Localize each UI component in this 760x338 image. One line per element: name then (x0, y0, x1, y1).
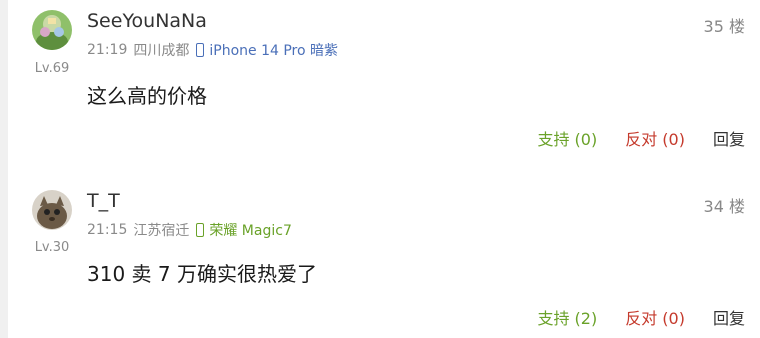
comment-location: 四川成都 (133, 43, 190, 59)
username[interactable]: T_T (87, 190, 120, 212)
oppose-button[interactable]: 反对 (0) (625, 305, 685, 329)
support-button[interactable]: 支持 (2) (537, 305, 597, 329)
floor-number: 34 楼 (703, 197, 745, 216)
comment-item: Lv.30 T_T 34 楼 21:15 江苏宿迁 荣耀 Magic7 310 … (0, 180, 760, 338)
phone-icon (196, 43, 205, 57)
comment-meta: 21:15 江苏宿迁 荣耀 Magic7 (87, 220, 292, 240)
comment-time: 21:19 (87, 42, 128, 58)
comment-content: 这么高的价格 (87, 84, 207, 108)
oppose-button[interactable]: 反对 (0) (625, 126, 685, 150)
comment-actions: 支持 (2) 反对 (0) 回复 (537, 305, 745, 329)
reply-button[interactable]: 回复 (713, 126, 745, 150)
comment-time: 21:15 (87, 222, 128, 238)
comment-meta: 21:19 四川成都 iPhone 14 Pro 暗紫 (87, 40, 338, 60)
phone-icon (196, 223, 205, 237)
comment-location: 江苏宿迁 (133, 223, 190, 239)
device-label: 荣耀 Magic7 (209, 223, 292, 239)
avatar[interactable] (32, 10, 72, 50)
floor-number: 35 楼 (703, 17, 745, 36)
username[interactable]: SeeYouNaNa (87, 10, 207, 32)
user-level: Lv.69 (34, 61, 70, 76)
device-info: 荣耀 Magic7 (196, 220, 292, 240)
comment-content: 310 卖 7 万确实很热爱了 (87, 262, 317, 286)
avatar[interactable] (32, 190, 72, 230)
reply-button[interactable]: 回复 (713, 305, 745, 329)
device-label: iPhone 14 Pro 暗紫 (209, 43, 338, 59)
support-button[interactable]: 支持 (0) (537, 126, 597, 150)
device-info: iPhone 14 Pro 暗紫 (196, 40, 338, 60)
comment-actions: 支持 (0) 反对 (0) 回复 (537, 126, 745, 150)
user-level: Lv.30 (34, 240, 70, 255)
comment-item: Lv.69 SeeYouNaNa 35 楼 21:19 四川成都 iPhone … (0, 0, 760, 170)
